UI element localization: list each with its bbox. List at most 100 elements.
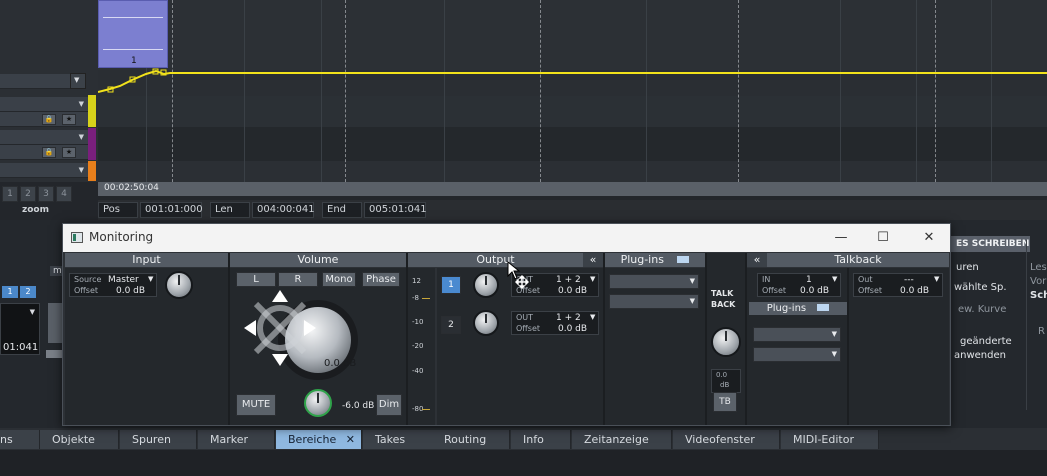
monitoring-window[interactable]: Monitoring — ☐ ✕ Input Source Master ▼ O… <box>62 223 951 426</box>
pos-value-field[interactable]: 001:01:000 <box>140 202 203 218</box>
len-value-field[interactable]: 004:00:041 <box>252 202 315 218</box>
track-lane[interactable] <box>98 96 1047 127</box>
left-display: ▼ 01:041 <box>0 303 40 355</box>
right-option[interactable]: wählte Sp. <box>954 282 1007 293</box>
output-2-knob[interactable] <box>473 310 499 336</box>
output-1-button[interactable]: 1 <box>441 276 461 294</box>
right-option[interactable]: anwenden <box>954 350 1006 361</box>
track-header-row[interactable]: ▼ <box>0 130 88 145</box>
input-gain-knob[interactable] <box>165 271 193 299</box>
talkback-collapse-button[interactable]: « <box>747 253 767 267</box>
dim-value[interactable]: -6.0 dB <box>342 401 374 411</box>
dropdown-button[interactable]: ▼ <box>70 73 86 89</box>
tab-midi-editor[interactable]: MIDI-Editor <box>781 430 879 449</box>
output-1-knob[interactable] <box>473 272 499 298</box>
talkback-in-select[interactable]: IN 1 ▼ Offset 0.0 dB <box>757 273 841 297</box>
chevron-down-icon: ▼ <box>689 297 695 305</box>
tab-videofenster[interactable]: Videofenster <box>673 430 780 449</box>
track-lane[interactable] <box>98 0 1047 70</box>
lock-icon[interactable]: 🔒 <box>42 147 56 158</box>
dim-knob[interactable] <box>304 389 332 417</box>
chevron-down-icon[interactable]: ▼ <box>79 166 84 174</box>
panel-divider <box>1026 240 1027 410</box>
input-source-select[interactable]: Source Master ▼ Offset 0.0 dB <box>69 273 157 297</box>
chevron-down-icon[interactable]: ▼ <box>79 133 84 141</box>
left-channel-button[interactable]: L <box>236 272 276 287</box>
lock-icon[interactable]: 🔒 <box>42 114 56 125</box>
talkback-knob[interactable] <box>711 327 741 357</box>
star-icon[interactable]: ★ <box>62 114 76 125</box>
arrange-area[interactable]: 1 <box>98 0 1047 182</box>
tab-info[interactable]: Info <box>511 430 571 449</box>
talkback-in-offset[interactable]: 0.0 dB <box>800 286 829 296</box>
mute-button[interactable]: MUTE <box>236 394 276 416</box>
output-1-offset[interactable]: 0.0 dB <box>558 286 587 296</box>
channel-button[interactable]: 2 <box>20 286 36 298</box>
talkback-plugin-slot[interactable]: ▼ <box>753 327 841 342</box>
chevron-down-icon[interactable]: ▼ <box>79 100 84 108</box>
talkback-button[interactable]: TB <box>713 392 737 412</box>
close-icon[interactable]: ✕ <box>346 430 355 449</box>
plugins-toggle[interactable] <box>677 256 690 263</box>
track-header-row[interactable]: ▼ <box>0 163 88 178</box>
talkback-out-select[interactable]: Out --- ▼ Offset 0.0 dB <box>853 273 943 297</box>
plugin-slot[interactable]: ▼ <box>609 294 699 309</box>
tab-objekte[interactable]: Objekte <box>40 430 119 449</box>
window-titlebar[interactable]: Monitoring — ☐ ✕ <box>63 224 950 252</box>
talkback-plugin-slot[interactable]: ▼ <box>753 347 841 362</box>
section-divider <box>847 268 849 425</box>
talkback-column: TALK BACK 0.0 dB TB <box>707 253 745 425</box>
plugin-slot[interactable]: ▼ <box>609 274 699 289</box>
zoom-preset-button[interactable]: 4 <box>56 186 72 202</box>
tab-zeitanzeige[interactable]: Zeitanzeige <box>572 430 672 449</box>
track-lane[interactable] <box>98 127 1047 161</box>
output-2-offset[interactable]: 0.0 dB <box>558 324 587 334</box>
dim-button[interactable]: Dim <box>376 394 402 416</box>
right-option[interactable]: Vor <box>1030 276 1046 287</box>
output-header: Output <box>408 253 583 267</box>
phase-button[interactable]: Phase <box>362 272 400 287</box>
track-lane[interactable] <box>98 161 1047 182</box>
tab-routing[interactable]: Routing <box>432 430 510 449</box>
input-offset-value[interactable]: 0.0 dB <box>116 286 145 296</box>
track-header-row[interactable]: 🔒 ★ <box>0 145 88 160</box>
right-option[interactable]: uren <box>956 262 979 273</box>
left-fader[interactable] <box>48 303 62 343</box>
tab-spuren[interactable]: Spuren <box>120 430 197 449</box>
talkback-out-offset[interactable]: 0.0 dB <box>900 286 929 296</box>
left-fader-handle[interactable] <box>46 350 62 358</box>
automation-write-header[interactable]: ES SCHREIBEN <box>948 236 1030 252</box>
minimize-button[interactable]: — <box>823 228 859 248</box>
output-2-channel: 1 + 2 <box>556 313 581 323</box>
zoom-preset-button[interactable]: 3 <box>38 186 54 202</box>
chevron-down-icon[interactable]: ▼ <box>30 308 35 316</box>
close-button[interactable]: ✕ <box>911 228 947 248</box>
right-option[interactable]: ew. Kurve <box>958 304 1006 315</box>
star-icon[interactable]: ★ <box>62 147 76 158</box>
mono-button[interactable]: Mono <box>322 272 356 287</box>
right-option[interactable]: Sch <box>1030 290 1047 301</box>
volume-automation-curve[interactable] <box>98 66 1047 96</box>
tab-partial[interactable]: ns <box>0 430 40 449</box>
right-option[interactable]: R <box>1038 326 1045 337</box>
channel-button[interactable]: 1 <box>2 286 18 298</box>
track-header-row[interactable]: 🔒 ★ <box>0 112 88 127</box>
tab-marker[interactable]: Marker <box>198 430 275 449</box>
move-window-icon[interactable] <box>242 288 318 368</box>
zoom-preset-button[interactable]: 2 <box>20 186 36 202</box>
end-value-field[interactable]: 005:01:041 <box>364 202 427 218</box>
output-2-select[interactable]: OUT 1 + 2 ▼ Offset 0.0 dB <box>511 311 599 335</box>
audio-clip[interactable]: 1 <box>98 0 168 68</box>
track-header-row[interactable]: ▼ <box>0 97 88 112</box>
output-2-button[interactable]: 2 <box>441 316 461 334</box>
right-channel-button[interactable]: R <box>278 272 318 287</box>
tab-bereiche[interactable]: Bereiche ✕ <box>276 430 362 449</box>
right-option[interactable]: geänderte <box>960 336 1012 347</box>
talkback-plugins-toggle[interactable] <box>817 304 830 311</box>
output-collapse-button[interactable]: « <box>583 253 603 267</box>
maximize-button[interactable]: ☐ <box>865 228 901 248</box>
timeline-ruler[interactable] <box>98 182 1047 196</box>
zoom-preset-button[interactable]: 1 <box>2 186 18 202</box>
right-option[interactable]: Les <box>1030 262 1047 273</box>
track-header-panel: ▼ ▼ 🔒 ★ ▼ 🔒 ★ ▼ ▼ <box>0 0 98 182</box>
